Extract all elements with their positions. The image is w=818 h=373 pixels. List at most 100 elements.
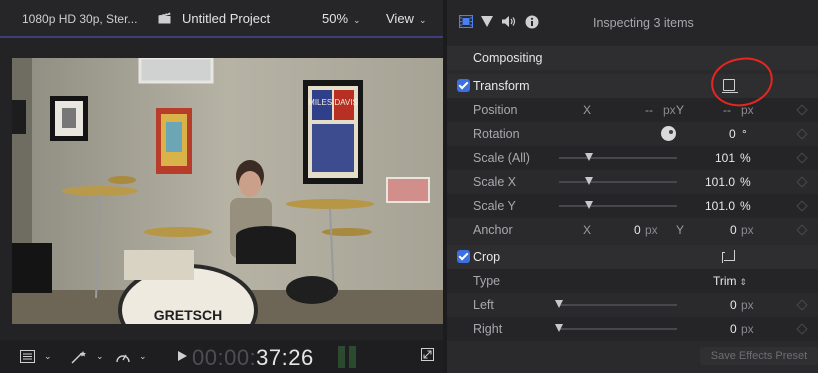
video-frame-image: MILES DAVIS GRETSCH: [12, 58, 443, 324]
crop-section-header[interactable]: Crop: [447, 245, 818, 269]
viewer-toolbar: 1080p HD 30p, Ster... Untitled Project 5…: [0, 0, 443, 38]
zoom-menu[interactable]: 50% ⌄: [322, 11, 361, 26]
keyframe-diamond-icon[interactable]: [796, 176, 808, 188]
transform-label: Transform: [473, 79, 530, 93]
scale-x-row: Scale X 101.0 %: [447, 170, 818, 194]
position-label: Position: [473, 103, 518, 117]
timecode-lit: 37:26: [256, 345, 314, 370]
scale-y-value[interactable]: 101.0: [705, 199, 735, 213]
fullscreen-icon[interactable]: [421, 348, 434, 361]
scale-y-slider-thumb[interactable]: [584, 201, 593, 209]
crop-left-slider[interactable]: [559, 304, 677, 306]
format-menu[interactable]: 1080p HD 30p, Ster...: [22, 12, 137, 26]
rotation-row: Rotation 0 °: [447, 122, 818, 146]
inspector-header: Inspecting 3 items: [447, 0, 818, 46]
scale-x-slider-thumb[interactable]: [584, 177, 593, 185]
chevron-down-icon: ⌄: [418, 15, 427, 25]
audio-meter-left: [338, 346, 345, 368]
scale-all-value[interactable]: 101: [715, 151, 735, 165]
keyframe-diamond-icon[interactable]: [796, 128, 808, 140]
position-x-value[interactable]: --: [645, 103, 653, 117]
transform-checkbox[interactable]: [457, 79, 470, 92]
scale-x-label: Scale X: [473, 175, 517, 189]
scale-x-unit: %: [740, 175, 751, 189]
timecode-dim: 00:00:: [192, 345, 257, 370]
crop-right-value[interactable]: 0: [730, 322, 737, 336]
transform-tools-menu[interactable]: ⌄: [70, 349, 104, 364]
anchor-x-value[interactable]: 0: [634, 223, 641, 237]
crop-right-unit: px: [741, 322, 754, 336]
chevron-down-icon: ⌄: [96, 351, 104, 361]
clapper-icon: [158, 12, 171, 24]
info-icon[interactable]: [525, 15, 539, 29]
crop-label: Crop: [473, 250, 501, 264]
layout-menu[interactable]: ⌄: [20, 349, 52, 364]
keyframe-diamond-icon[interactable]: [796, 224, 808, 236]
crop-onscreen-control-icon[interactable]: [722, 250, 735, 263]
retime-menu[interactable]: ⌄: [115, 349, 147, 364]
anchor-y-axis: Y: [676, 223, 685, 237]
speedometer-icon: [116, 354, 130, 362]
scale-y-row: Scale Y 101.0 %: [447, 194, 818, 218]
scale-all-slider-thumb[interactable]: [584, 153, 593, 161]
rotation-value[interactable]: 0: [729, 127, 736, 141]
view-menu[interactable]: View ⌄: [386, 11, 427, 26]
scale-x-slider[interactable]: [559, 181, 677, 183]
compositing-label: Compositing: [473, 51, 543, 65]
scale-all-label: Scale (All): [473, 151, 530, 165]
crop-left-slider-thumb[interactable]: [555, 300, 563, 308]
timecode-display[interactable]: 00:00:37:26: [192, 345, 314, 371]
crop-right-slider-thumb[interactable]: [555, 324, 563, 332]
crop-checkbox[interactable]: [457, 250, 470, 263]
keyframe-diamond-icon[interactable]: [796, 323, 808, 335]
video-frame[interactable]: MILES DAVIS GRETSCH: [12, 58, 443, 324]
audio-meter-right: [349, 346, 356, 368]
crop-left-label: Left: [473, 298, 494, 312]
scale-all-slider[interactable]: [559, 157, 677, 159]
position-x-unit: px: [663, 103, 676, 117]
anchor-x-unit: px: [645, 223, 658, 237]
rotation-dial[interactable]: [661, 126, 676, 141]
chevron-down-icon: ⌄: [353, 15, 361, 25]
play-icon[interactable]: [178, 351, 187, 361]
keyframe-diamond-icon[interactable]: [796, 200, 808, 212]
crop-type-value: Trim: [713, 274, 737, 288]
keyframe-diamond-icon[interactable]: [796, 104, 808, 116]
audio-speaker-icon[interactable]: [501, 15, 517, 28]
crop-right-slider[interactable]: [559, 328, 677, 330]
scale-y-unit: %: [740, 199, 751, 213]
drum-brand-lettering: GRETSCH: [154, 307, 222, 323]
anchor-y-unit: px: [741, 223, 754, 237]
viewer-transport-bar: ⌄ ⌄ ⌄ 00:00:37:26: [0, 340, 443, 373]
position-y-axis: Y: [676, 103, 685, 117]
crop-type-popup[interactable]: Trim ⇕: [713, 274, 747, 288]
anchor-row: Anchor X 0 px Y 0 px: [447, 218, 818, 242]
view-label: View: [386, 11, 414, 26]
keyframe-diamond-icon[interactable]: [796, 152, 808, 164]
crop-right-label: Right: [473, 322, 503, 336]
color-inspector-icon[interactable]: [480, 15, 494, 28]
rotation-unit: °: [742, 127, 747, 141]
zoom-value: 50%: [322, 11, 349, 26]
inspector-title: Inspecting 3 items: [593, 16, 694, 30]
viewer-panel: 1080p HD 30p, Ster... Untitled Project 5…: [0, 0, 443, 373]
anchor-y-value[interactable]: 0: [730, 223, 737, 237]
inspector-panel: Inspecting 3 items Compositing Transform…: [447, 0, 818, 373]
save-effects-preset-button[interactable]: Save Effects Preset: [700, 347, 818, 365]
chevron-down-icon: ⌄: [139, 351, 147, 361]
crop-left-row: Left 0 px: [447, 293, 818, 317]
project-title: Untitled Project: [182, 11, 271, 26]
crop-left-value[interactable]: 0: [730, 298, 737, 312]
position-x-axis: X: [583, 103, 592, 117]
keyframe-diamond-icon[interactable]: [796, 299, 808, 311]
scale-x-value[interactable]: 101.0: [705, 175, 735, 189]
chevron-down-icon: ⌄: [44, 351, 52, 361]
video-inspector-icon[interactable]: [459, 15, 473, 28]
crop-left-unit: px: [741, 298, 754, 312]
list-icon: [20, 350, 35, 363]
anchor-x-axis: X: [583, 223, 592, 237]
up-down-chevron-icon: ⇕: [739, 277, 748, 287]
scale-all-unit: %: [740, 151, 751, 165]
scale-y-slider[interactable]: [559, 205, 677, 207]
crop-right-row: Right 0 px: [447, 317, 818, 341]
